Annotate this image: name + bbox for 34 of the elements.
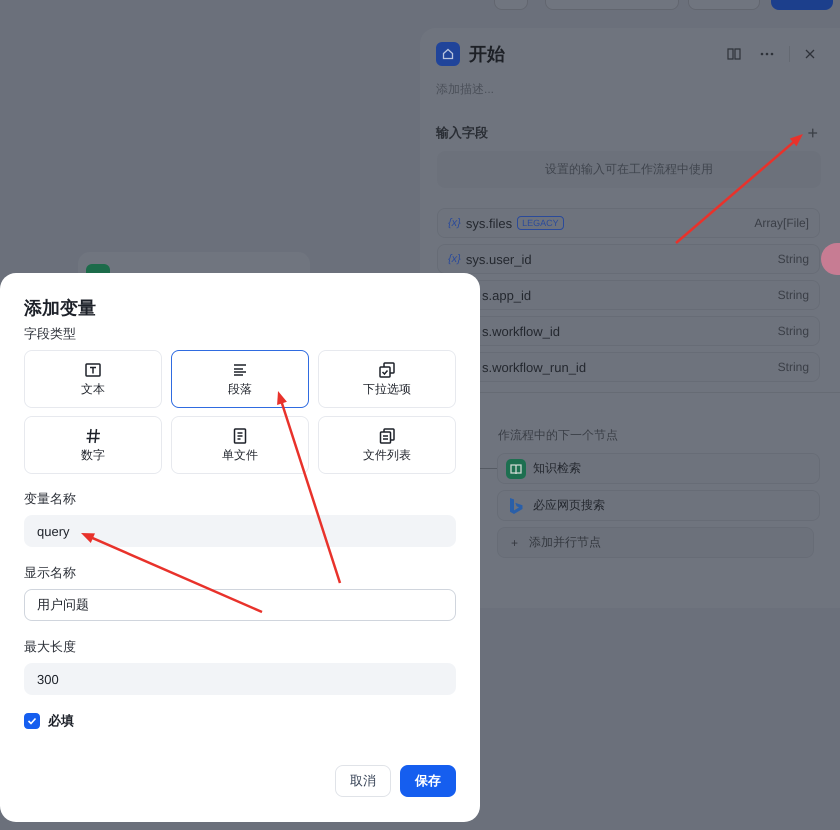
variable-name: s.app_id: [482, 288, 532, 302]
variable-icon: {x}: [448, 253, 461, 265]
section-heading: 输入字段: [436, 124, 488, 142]
input-field[interactable]: query: [24, 515, 456, 547]
node-label: 知识检索: [533, 460, 581, 477]
input-field[interactable]: 300: [24, 663, 456, 695]
field-label: 变量名称: [24, 490, 77, 508]
variable-icon: {x}: [448, 217, 461, 229]
next-node-card[interactable]: 知识检索: [497, 453, 820, 484]
field-type-option[interactable]: 文本: [24, 350, 162, 408]
next-node-card[interactable]: 必应网页搜索: [497, 490, 820, 521]
field-type-option[interactable]: 文件列表: [318, 416, 456, 474]
save-button[interactable]: 保存: [400, 765, 456, 797]
input-field[interactable]: 用户问题: [24, 589, 456, 621]
panel-title: 开始: [469, 43, 505, 66]
dialog-title: 添加变量: [24, 297, 97, 320]
variable-name: sys.user_id: [466, 252, 532, 266]
section-heading: 作流程中的下一个节点: [498, 427, 619, 443]
field-type-option[interactable]: 段落: [171, 350, 309, 408]
variable-name: s.workflow_run_id: [482, 360, 586, 374]
legacy-tag: LEGACY: [517, 216, 564, 230]
variable-row[interactable]: {x} sys.files LEGACY Array[File]: [437, 208, 820, 238]
field-type-option[interactable]: 数字: [24, 416, 162, 474]
field-type-option[interactable]: 单文件: [171, 416, 309, 474]
field-label: 字段类型: [24, 325, 77, 343]
variable-type: Array[File]: [754, 216, 809, 230]
checkbox-label: 必填: [48, 712, 74, 730]
cancel-button[interactable]: 取消: [335, 765, 391, 797]
node-label: 必应网页搜索: [533, 497, 605, 514]
field-type-option[interactable]: 下拉选项: [318, 350, 456, 408]
variable-name: s.workflow_id: [482, 324, 560, 338]
variable-name: sys.files: [466, 216, 512, 230]
field-label: 显示名称: [24, 564, 77, 582]
field-label: 最大长度: [24, 638, 77, 656]
